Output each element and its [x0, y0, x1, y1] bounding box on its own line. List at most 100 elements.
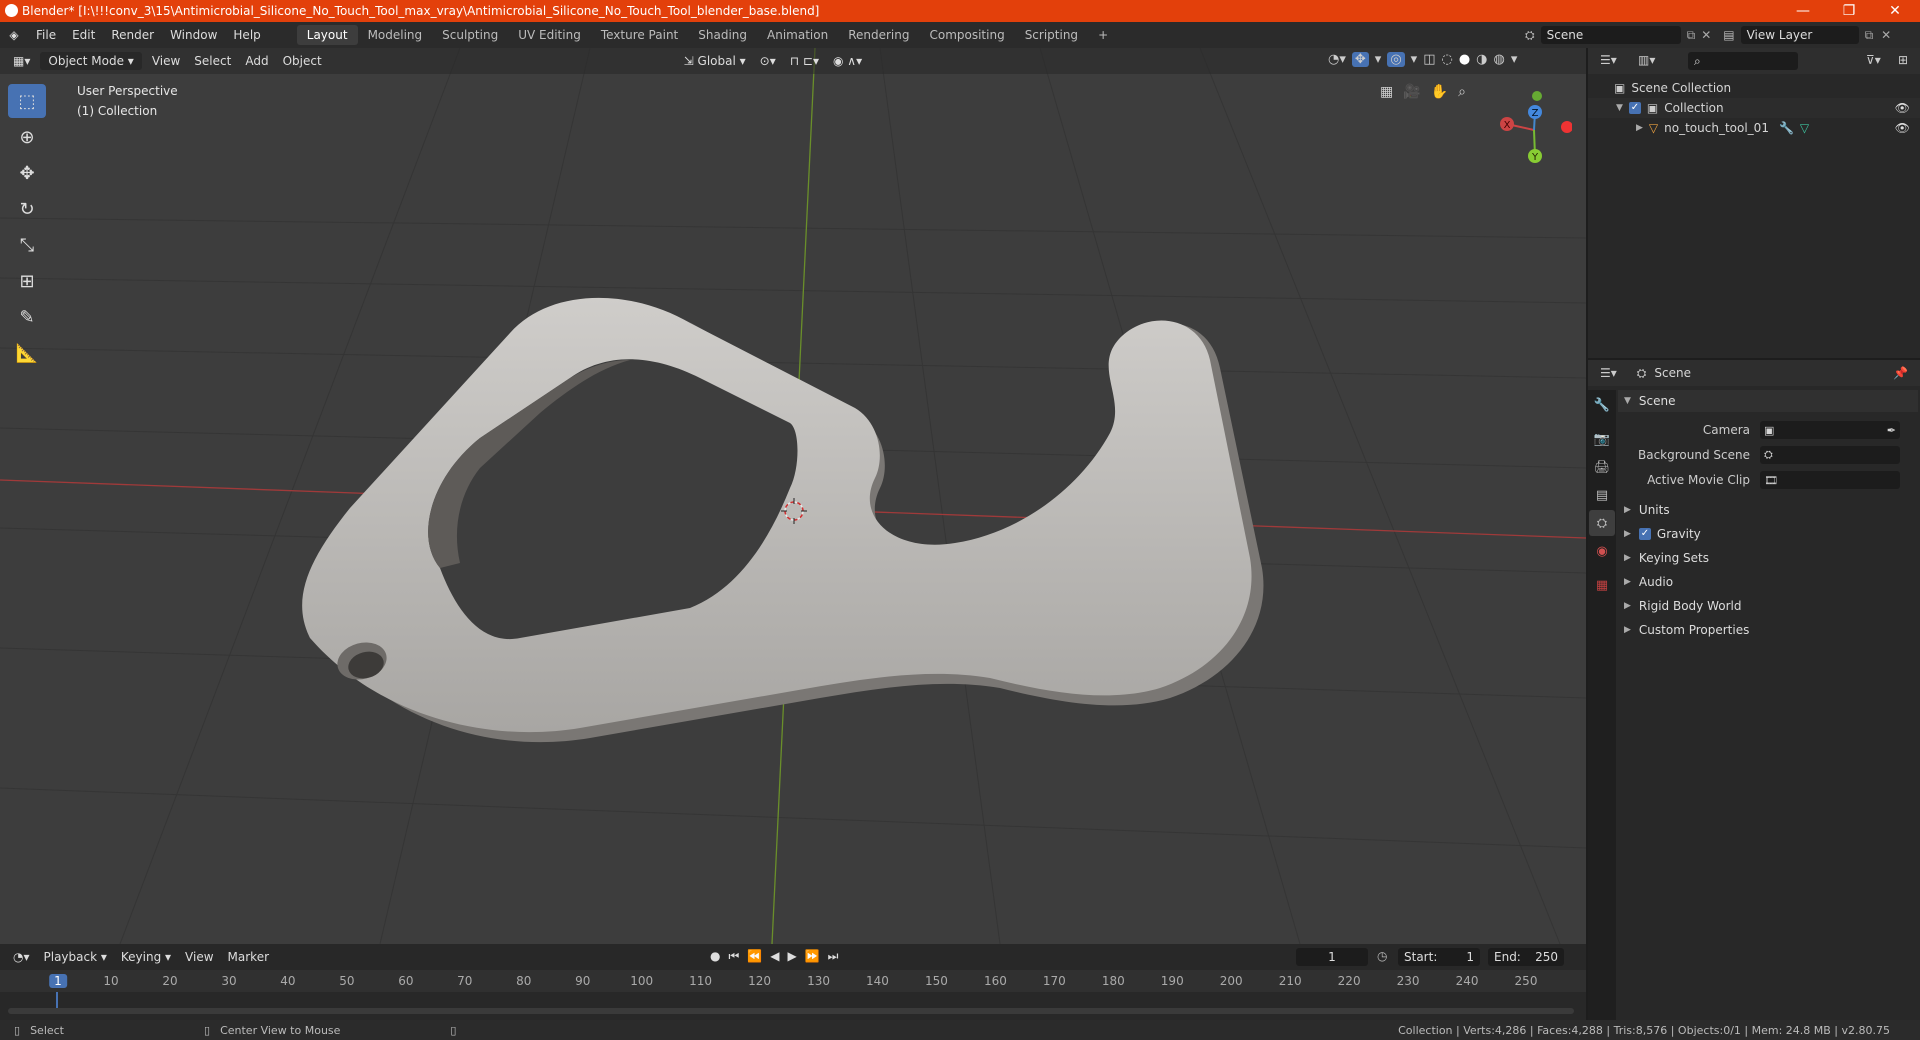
- solid-shading-icon[interactable]: ●: [1459, 52, 1470, 67]
- tab-modeling[interactable]: Modeling: [358, 25, 433, 45]
- move-tool-icon[interactable]: ✥: [8, 156, 46, 190]
- tab-sculpting[interactable]: Sculpting: [432, 25, 508, 45]
- menu-view[interactable]: View: [145, 52, 187, 70]
- rotate-tool-icon[interactable]: ↻: [8, 192, 46, 226]
- units-panel[interactable]: ▶ Units: [1618, 499, 1918, 521]
- annotate-tool-icon[interactable]: ✎: [8, 300, 46, 334]
- measure-tool-icon[interactable]: 📐: [8, 336, 46, 370]
- timeline-scrollbar[interactable]: [8, 1008, 1574, 1014]
- collection-checkbox[interactable]: ✓: [1628, 102, 1641, 114]
- menu-add[interactable]: Add: [238, 52, 275, 70]
- blender-menu-icon[interactable]: ◈: [0, 28, 28, 42]
- eyedropper-icon[interactable]: ✒: [1887, 424, 1896, 437]
- pivot-icon[interactable]: ⊙▾: [753, 52, 783, 70]
- xray-icon[interactable]: ◫: [1423, 52, 1435, 67]
- view-layer-selector[interactable]: View Layer: [1740, 26, 1859, 44]
- movie-clip-field[interactable]: 🎞: [1760, 471, 1900, 489]
- tab-compositing[interactable]: Compositing: [919, 25, 1014, 45]
- texture-tab-icon[interactable]: ▦: [1589, 572, 1615, 598]
- play-reverse-icon[interactable]: ◀: [770, 949, 779, 964]
- snap-icon[interactable]: ⊓ ⊏▾: [783, 52, 826, 70]
- new-scene-icon[interactable]: ⧉: [1687, 28, 1696, 43]
- select-box-tool-icon[interactable]: ⬚: [8, 84, 46, 118]
- jump-start-icon[interactable]: ⏮: [728, 949, 739, 964]
- orientation-gizmo[interactable]: X Y Z: [1492, 86, 1572, 166]
- display-mode-icon[interactable]: ▥▾: [1638, 53, 1655, 67]
- mode-dropdown[interactable]: Object Mode ▾: [40, 52, 142, 70]
- gizmo-toggle-icon[interactable]: ✥: [1351, 52, 1369, 67]
- minimize-button[interactable]: —: [1780, 0, 1826, 22]
- scene-section-header[interactable]: ▼ Scene: [1618, 390, 1918, 412]
- tool-tab-icon[interactable]: 🔧: [1589, 392, 1615, 418]
- mesh-data-icon[interactable]: ▽: [1800, 121, 1809, 135]
- menu-edit[interactable]: Edit: [64, 28, 103, 42]
- editor-type-icon[interactable]: ▦▾: [6, 52, 37, 70]
- audio-panel[interactable]: ▶ Audio: [1618, 571, 1918, 593]
- prev-keyframe-icon[interactable]: ⏪: [747, 949, 762, 964]
- overlay-toggle-icon[interactable]: ◎: [1387, 52, 1405, 67]
- menu-object[interactable]: Object: [276, 52, 329, 70]
- shading-dropdown-icon[interactable]: ▾: [1511, 52, 1518, 67]
- record-icon[interactable]: ●: [710, 949, 720, 964]
- overlay-dropdown-icon[interactable]: ▾: [1411, 52, 1418, 67]
- menu-select[interactable]: Select: [187, 52, 238, 70]
- gizmo-dropdown-icon[interactable]: ▾: [1375, 52, 1382, 67]
- rigid-body-world-panel[interactable]: ▶ Rigid Body World: [1618, 595, 1918, 617]
- world-tab-icon[interactable]: ◉: [1589, 538, 1615, 564]
- menu-help[interactable]: Help: [225, 28, 268, 42]
- end-frame-field[interactable]: End: 250: [1488, 948, 1564, 966]
- orientation-dropdown[interactable]: ⇲ Global ▾: [677, 52, 753, 70]
- tab-shading[interactable]: Shading: [688, 25, 757, 45]
- tab-scripting[interactable]: Scripting: [1015, 25, 1088, 45]
- cursor-tool-icon[interactable]: ⊕: [8, 120, 46, 154]
- scale-tool-icon[interactable]: ⤡: [8, 228, 46, 262]
- rendered-shading-icon[interactable]: ◍: [1494, 52, 1505, 67]
- outliner-row-collection[interactable]: ▼ ✓ ▣ Collection 👁: [1588, 98, 1920, 118]
- pan-view-icon[interactable]: ✋: [1431, 84, 1448, 100]
- collection-eye-icon[interactable]: 👁: [1895, 101, 1910, 115]
- tab-rendering[interactable]: Rendering: [838, 25, 919, 45]
- close-button[interactable]: ✕: [1872, 0, 1918, 22]
- wireframe-shading-icon[interactable]: ◌: [1441, 52, 1452, 67]
- scene-selector[interactable]: Scene: [1540, 26, 1681, 44]
- tab-layout[interactable]: Layout: [296, 25, 358, 45]
- no-touch-tool-model[interactable]: [302, 297, 1264, 743]
- pin-icon[interactable]: 📌: [1893, 366, 1908, 380]
- maximize-button[interactable]: ❐: [1826, 0, 1872, 22]
- background-scene-field[interactable]: ⛭: [1760, 446, 1900, 464]
- timeline-editor-type-icon[interactable]: ◔▾: [6, 948, 37, 966]
- remove-scene-icon[interactable]: ✕: [1701, 28, 1711, 42]
- menu-file[interactable]: File: [28, 28, 64, 42]
- menu-timeline-view[interactable]: View: [178, 948, 220, 966]
- render-tab-icon[interactable]: 📷: [1589, 426, 1615, 452]
- outliner-search-input[interactable]: ⌕: [1688, 52, 1798, 70]
- remove-view-layer-icon[interactable]: ✕: [1881, 28, 1891, 42]
- transform-tool-icon[interactable]: ⊞: [8, 264, 46, 298]
- gizmo-neg-x-ball[interactable]: [1561, 121, 1572, 133]
- zoom-view-icon[interactable]: ⌕: [1458, 84, 1466, 100]
- current-frame-field[interactable]: 1: [1296, 948, 1368, 966]
- tab-texture-paint[interactable]: Texture Paint: [591, 25, 688, 45]
- outliner-row-scene-collection[interactable]: ▣ Scene Collection: [1588, 78, 1920, 98]
- tab-uv-editing[interactable]: UV Editing: [508, 25, 591, 45]
- add-workspace-button[interactable]: +: [1088, 25, 1118, 45]
- object-eye-icon[interactable]: 👁: [1895, 121, 1910, 135]
- gizmo-neg-y-ball[interactable]: [1532, 91, 1542, 101]
- scene-tab-icon[interactable]: ⛭: [1589, 510, 1615, 536]
- custom-properties-panel[interactable]: ▶ Custom Properties: [1618, 619, 1918, 641]
- gravity-checkbox[interactable]: ✓: [1638, 528, 1651, 540]
- preview-range-icon[interactable]: ◷: [1377, 949, 1387, 963]
- new-view-layer-icon[interactable]: ⧉: [1865, 28, 1874, 43]
- material-shading-icon[interactable]: ◑: [1476, 52, 1487, 67]
- object-expand-icon[interactable]: ▶: [1636, 123, 1643, 133]
- menu-playback[interactable]: Playback ▾: [37, 948, 114, 966]
- proportional-edit-icon[interactable]: ◉ ∧▾: [826, 52, 869, 70]
- visibility-icon[interactable]: ◔▾: [1328, 52, 1346, 67]
- toggle-ortho-icon[interactable]: ▦: [1380, 84, 1393, 100]
- outliner-editor-type-icon[interactable]: ☰▾: [1600, 53, 1617, 67]
- menu-render[interactable]: Render: [103, 28, 162, 42]
- filter-icon[interactable]: ⊽▾: [1866, 53, 1881, 67]
- view-layer-tab-icon[interactable]: ▤: [1589, 482, 1615, 508]
- keying-sets-panel[interactable]: ▶ Keying Sets: [1618, 547, 1918, 569]
- camera-field[interactable]: ▣ ✒: [1760, 421, 1900, 439]
